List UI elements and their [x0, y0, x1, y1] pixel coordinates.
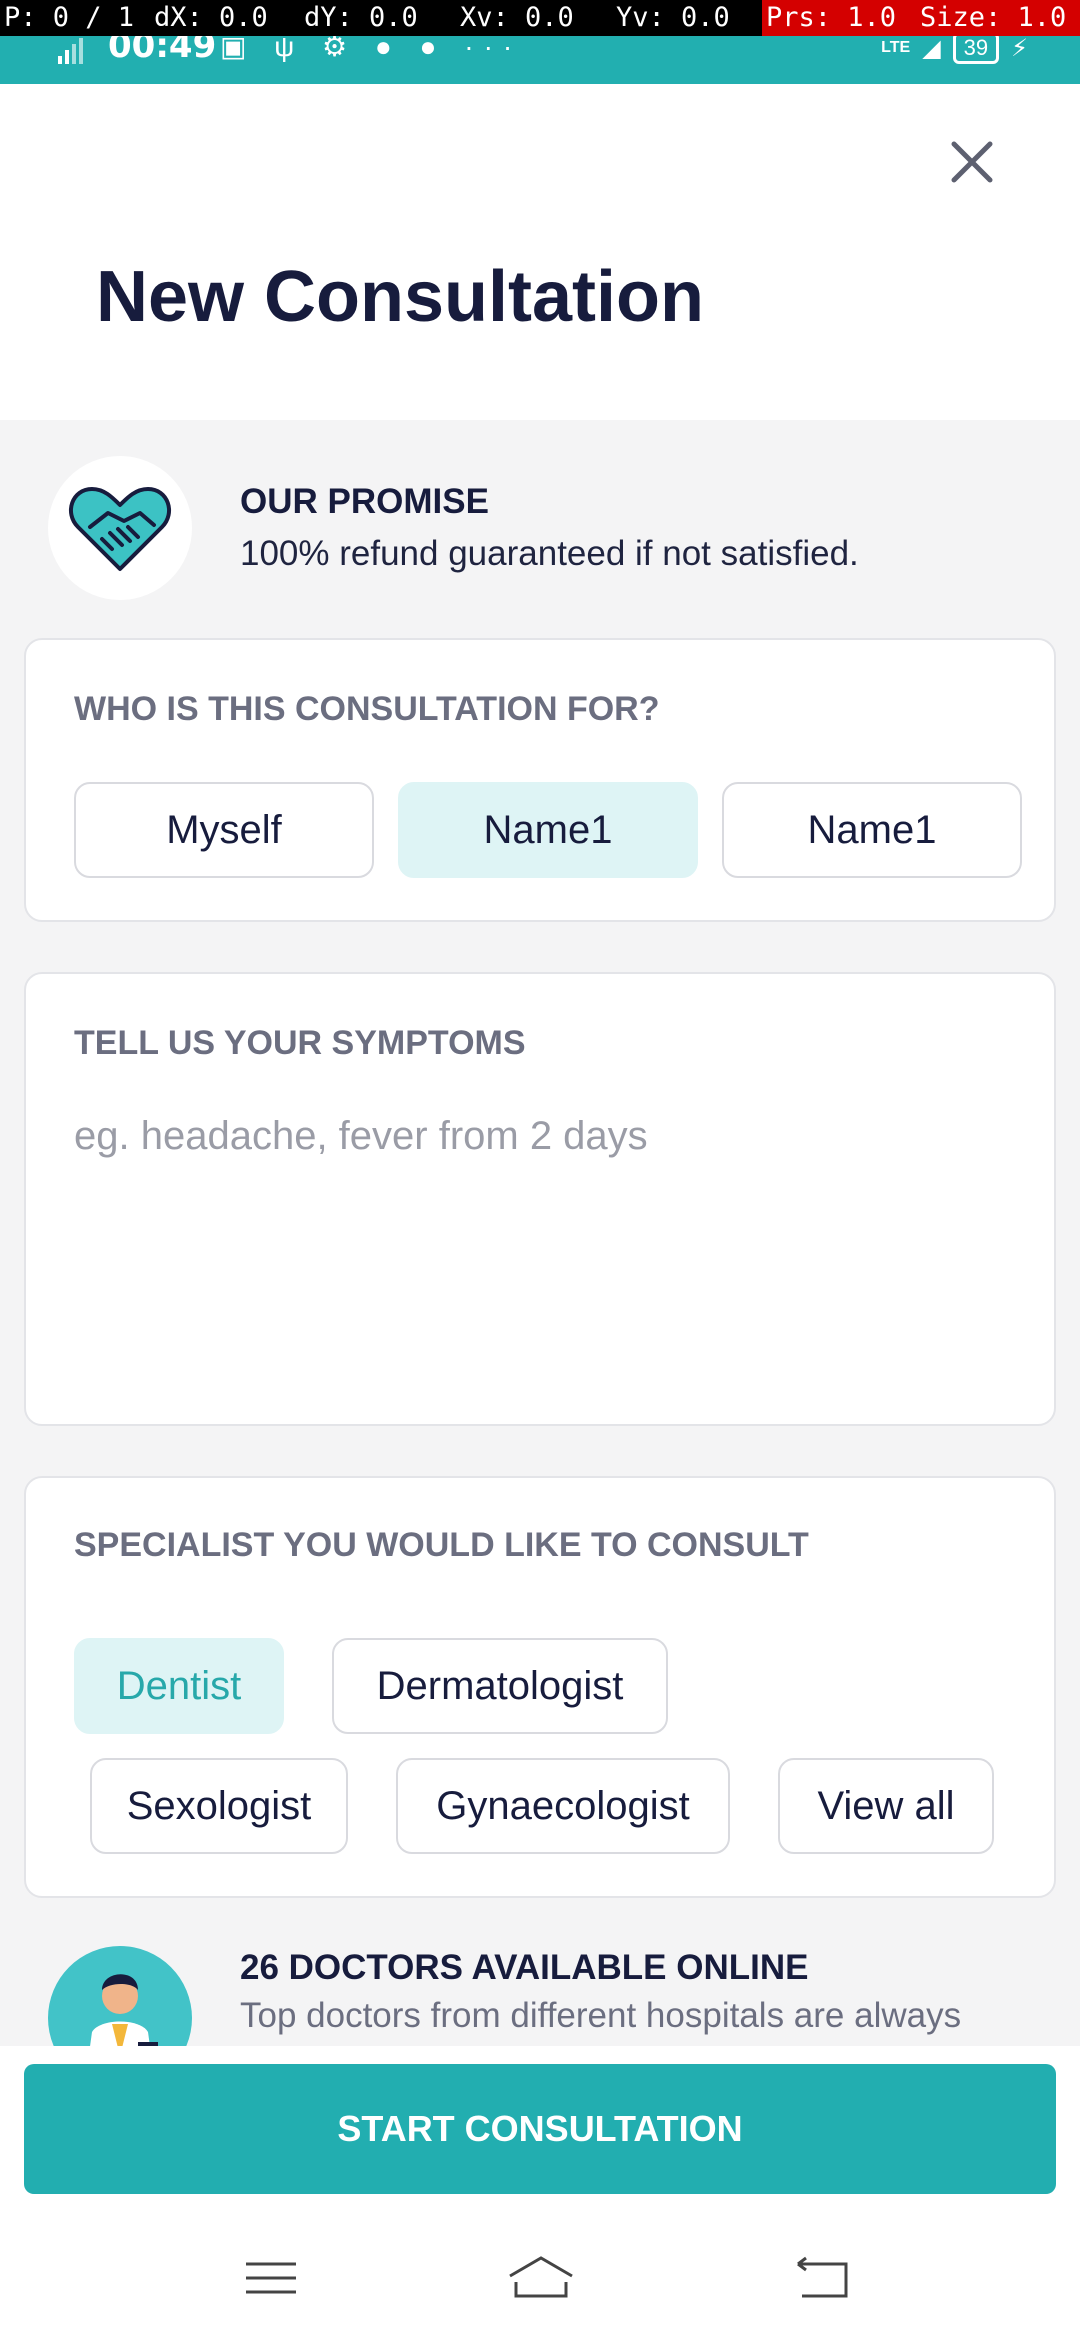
option-name1-second-button[interactable]: Name1: [722, 782, 1022, 878]
specialist-label: SPECIALIST YOU WOULD LIKE TO CONSULT: [74, 1526, 809, 1564]
debug-prs: Prs: 1.0: [762, 0, 916, 36]
view-all-button[interactable]: View all: [778, 1758, 994, 1854]
debug-size: Size: 1.0: [916, 0, 1080, 36]
menu-icon: [246, 2262, 296, 2294]
debug-yv: Yv: 0.0: [616, 2, 730, 33]
lte-label: LTE: [881, 39, 911, 56]
battery-icon: 39: [952, 32, 1000, 64]
wifi-icon: ◢: [922, 34, 941, 62]
handshake-heart-icon: [68, 487, 172, 571]
debug-xv: Xv: 0.0: [460, 2, 574, 33]
back-nav-button[interactable]: [778, 2250, 868, 2310]
debug-dy: dY: 0.0: [304, 2, 418, 33]
specialist-card: SPECIALIST YOU WOULD LIKE TO CONSULT Den…: [24, 1476, 1056, 1898]
home-nav-button[interactable]: [496, 2250, 586, 2310]
system-nav-bar: [0, 2210, 1080, 2340]
close-button[interactable]: [940, 130, 1004, 194]
debug-pointer: P: 0 / 1: [4, 2, 135, 33]
promise-text: 100% refund guaranteed if not satisfied.: [240, 534, 859, 573]
system-icons: LTE ◢ 39 ⚡: [881, 32, 1028, 64]
consultation-for-card: WHO IS THIS CONSULTATION FOR? Myself Nam…: [24, 638, 1056, 922]
debug-overlay: P: 0 / 1 dX: 0.0 dY: 0.0 Xv: 0.0 Yv: 0.0…: [0, 0, 1080, 36]
start-consultation-button[interactable]: START CONSULTATION: [24, 2064, 1056, 2194]
specialist-dermatologist-chip[interactable]: Dermatologist: [332, 1638, 668, 1734]
doctors-available-title: 26 DOCTORS AVAILABLE ONLINE: [240, 1948, 809, 1987]
home-icon: [509, 2256, 573, 2298]
promise-title: OUR PROMISE: [240, 482, 489, 521]
back-icon: [797, 2256, 848, 2298]
specialist-gynaecologist-chip[interactable]: Gynaecologist: [396, 1758, 730, 1854]
option-myself-button[interactable]: Myself: [74, 782, 374, 878]
signal-icon: [56, 36, 86, 73]
promise-badge: [48, 456, 192, 600]
doctors-available-text: Top doctors from different hospitals are…: [240, 1996, 962, 2035]
symptoms-input[interactable]: eg. headache, fever from 2 days: [74, 1114, 648, 1159]
charging-icon: ⚡: [1011, 34, 1028, 62]
page-title: New Consultation: [96, 257, 704, 337]
consultation-for-label: WHO IS THIS CONSULTATION FOR?: [74, 690, 660, 728]
close-icon: [951, 141, 993, 183]
header: [0, 84, 1080, 420]
specialist-sexologist-chip[interactable]: Sexologist: [90, 1758, 348, 1854]
symptoms-card[interactable]: TELL US YOUR SYMPTOMS eg. headache, feve…: [24, 972, 1056, 1426]
specialist-dentist-chip[interactable]: Dentist: [74, 1638, 284, 1734]
option-name1-button[interactable]: Name1: [398, 782, 698, 878]
debug-dx: dX: 0.0: [154, 2, 268, 33]
symptoms-label: TELL US YOUR SYMPTOMS: [74, 1024, 526, 1062]
menu-nav-button[interactable]: [226, 2250, 316, 2310]
